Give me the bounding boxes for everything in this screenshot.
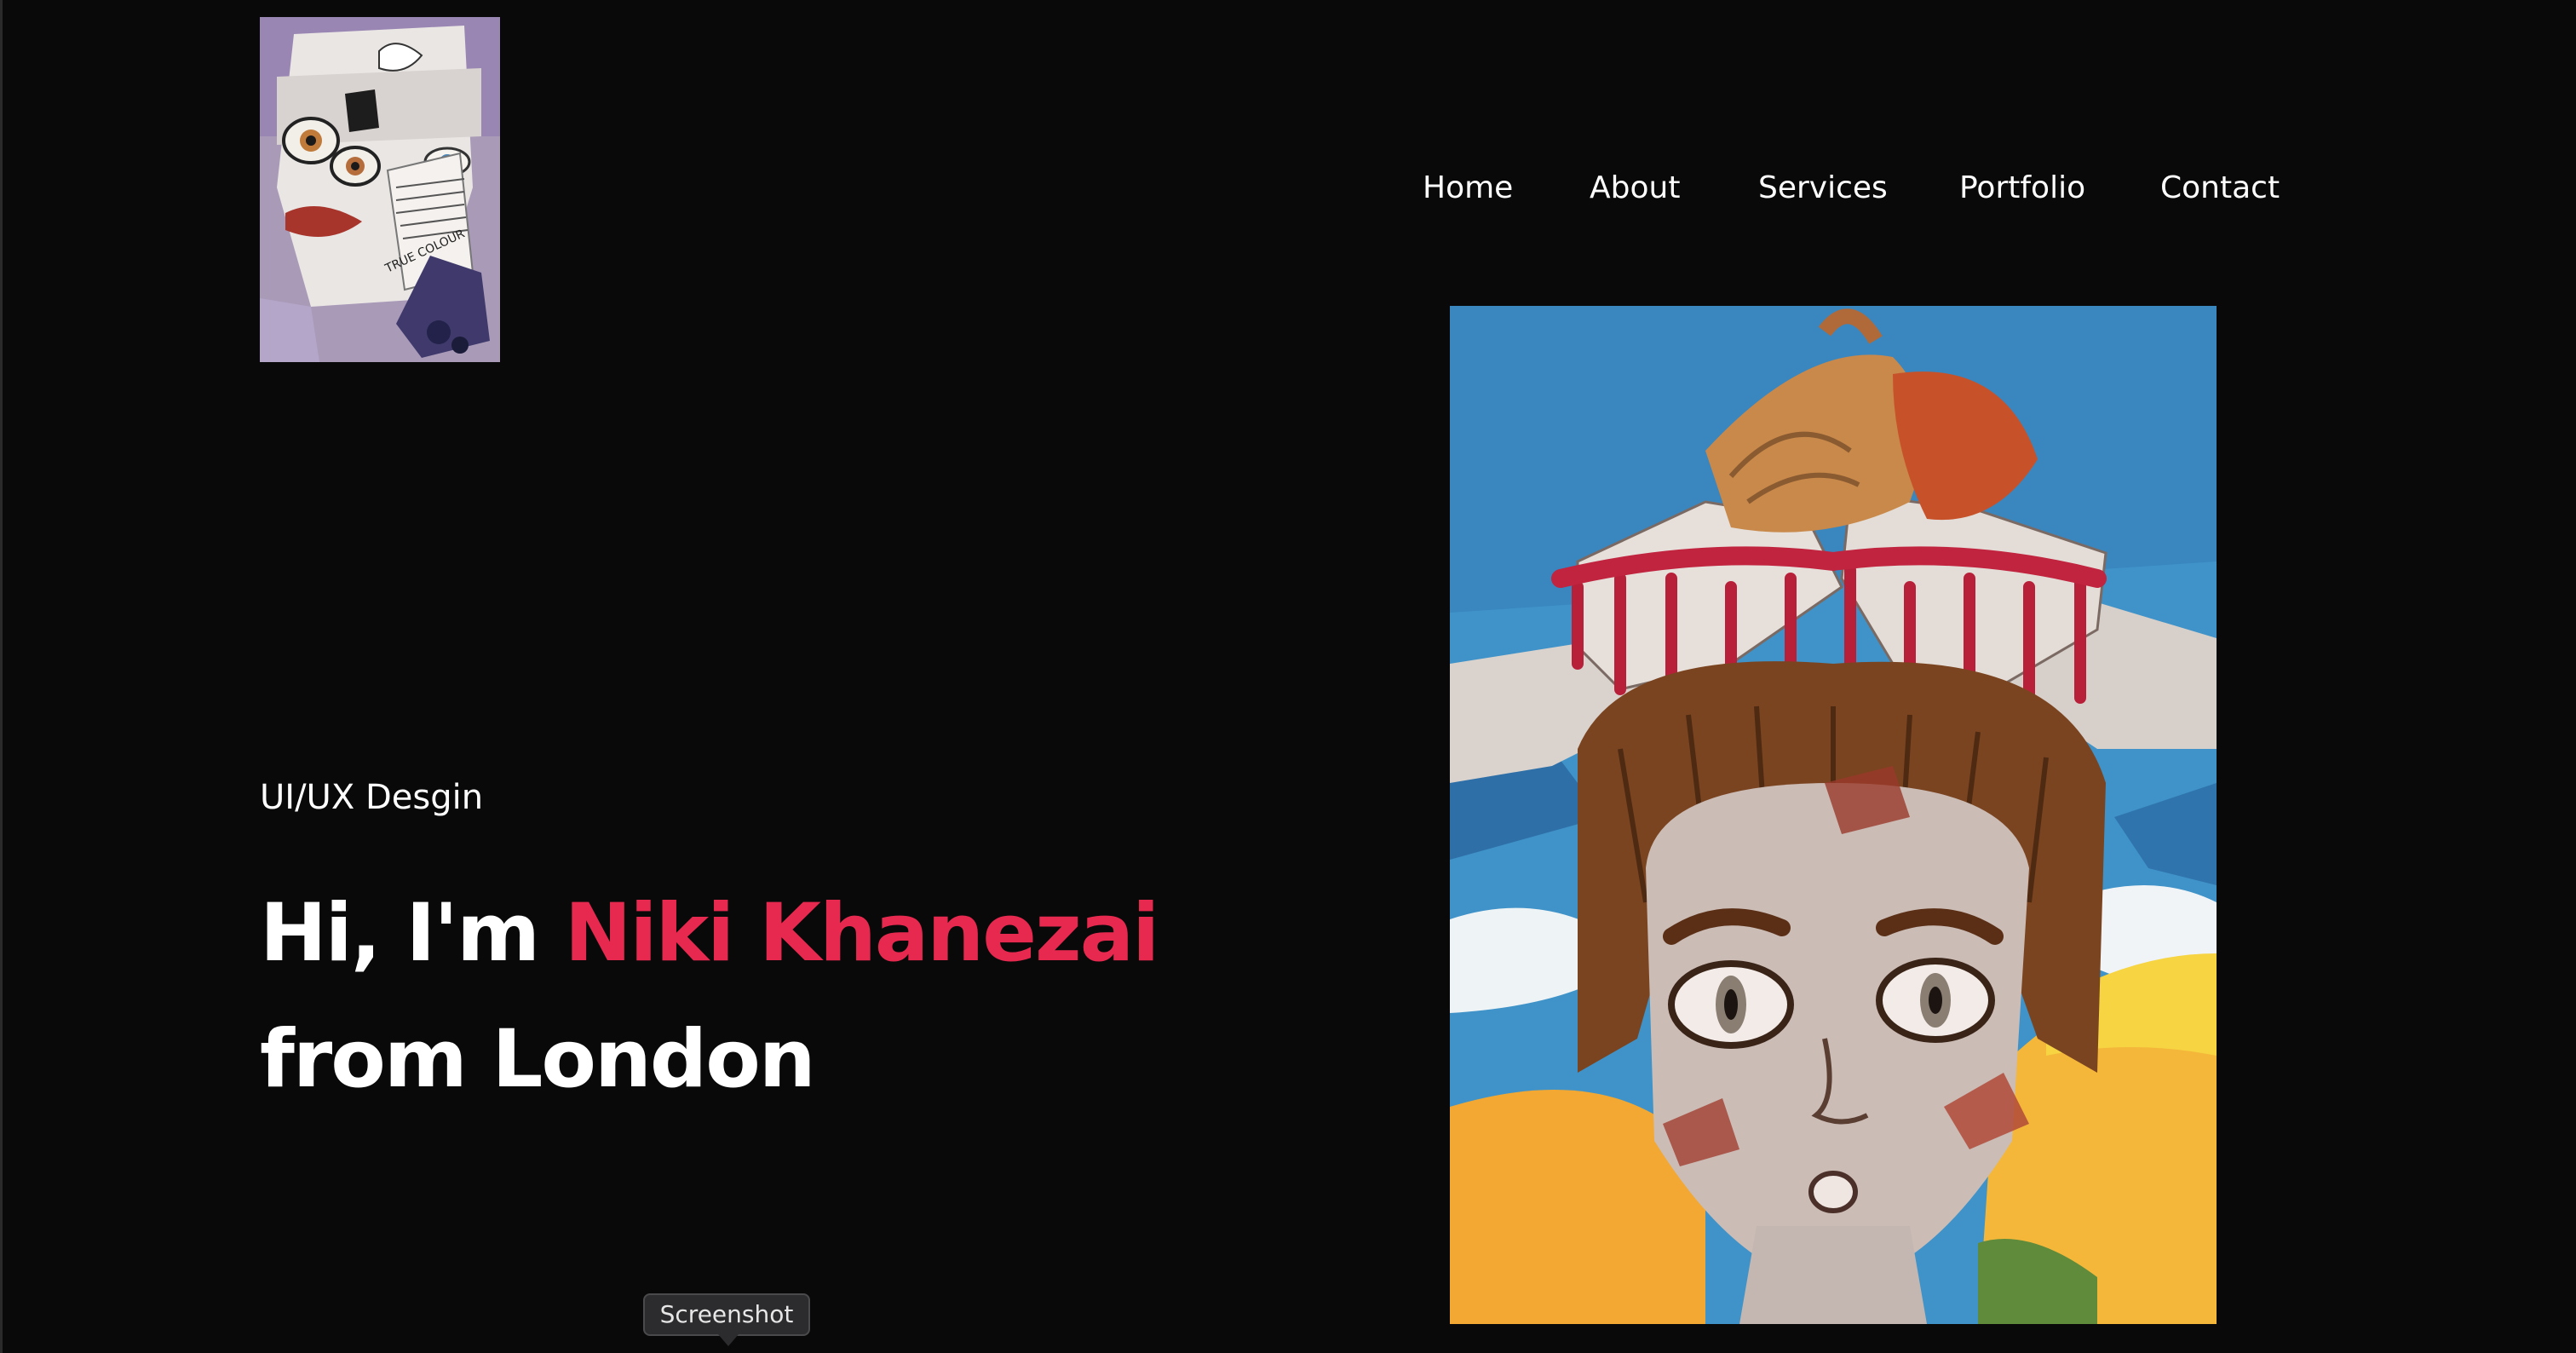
nav-portfolio[interactable]: Portfolio bbox=[1959, 167, 2085, 210]
hero-subtitle: UI/UX Desgin bbox=[260, 778, 484, 817]
window-edge bbox=[0, 0, 3, 1353]
nav-services[interactable]: Services bbox=[1758, 167, 1888, 210]
screenshot-tooltip: Screenshot bbox=[643, 1293, 810, 1336]
hero-headline: Hi, I'm Niki Khanezai from London bbox=[260, 871, 1160, 1123]
site-logo[interactable]: TRUE COLOUR bbox=[260, 17, 500, 362]
hero-location: from London bbox=[260, 1013, 816, 1106]
tooltip-arrow bbox=[718, 1334, 739, 1346]
nav-home[interactable]: Home bbox=[1423, 167, 1513, 210]
hero-name: Niki Khanezai bbox=[564, 887, 1160, 980]
nav-contact[interactable]: Contact bbox=[2160, 167, 2280, 210]
hero-artwork bbox=[1450, 306, 2217, 1324]
hero-greeting: Hi, I'm bbox=[260, 887, 540, 980]
nav-about[interactable]: About bbox=[1590, 167, 1680, 210]
main-nav: Home About Services Portfolio Contact bbox=[1423, 167, 2291, 210]
